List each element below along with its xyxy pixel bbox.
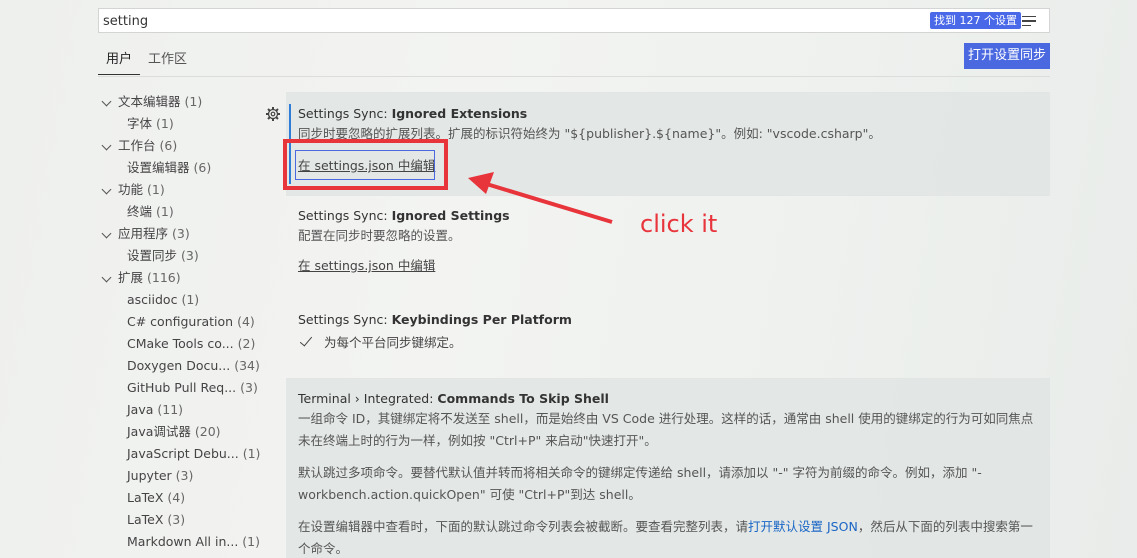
toc-group[interactable]: 功能 (1) [98,179,268,201]
open-settings-sync-button[interactable]: 打开设置同步 [964,43,1050,69]
toc-label: 应用程序 [118,226,169,241]
setting-description-3: 在设置编辑器中查看时，下面的默认跳过命令列表会被截断。要查看完整列表，请打开默认… [298,519,1033,556]
setting-title: Settings Sync: Ignored Settings [298,208,510,223]
toc-group[interactable]: 文本编辑器 (1) [98,91,268,113]
toc-item[interactable]: Java调试器 (20) [98,421,268,443]
chevron-down-icon [101,184,112,195]
toc-label: Markdown All in... [127,534,239,549]
toc-item[interactable]: LaTeX (3) [98,509,268,531]
toc-item[interactable]: GitHub Pull Req... (3) [98,377,268,399]
gear-icon[interactable] [265,106,281,122]
toc-count: (6) [159,138,178,153]
setting-title: Terminal › Integrated: Commands To Skip … [298,391,609,406]
toc-count: (11) [157,402,184,417]
toc-count: (4) [167,490,186,505]
toc-count: (1) [147,182,165,197]
toc-label: Java调试器 [127,424,191,439]
toc-count: (6) [193,160,212,175]
toc-label: GitHub Pull Req... [127,380,237,395]
toc-item[interactable]: Doxygen Docu... (34) [98,355,268,377]
scope-tabs: 用户 工作区 [98,48,195,78]
toc-label: 扩展 [118,270,144,285]
toc-item[interactable]: Jupyter (3) [98,465,268,487]
toc-count: (1) [156,116,174,131]
search-input[interactable] [103,12,903,30]
toc-label: 功能 [118,182,144,197]
toc-count: (1) [156,204,174,219]
toc-item[interactable]: Java (11) [98,399,268,421]
toc-label: JavaScript Debu... [127,446,239,461]
setting-description-2: 默认跳过多项命令。要替代默认值并转而将相关命令的键绑定传递给 shell，请添加… [298,465,982,502]
open-default-settings-json-link[interactable]: 打开默认设置 JSON [748,519,858,534]
toc-item[interactable]: 字体 (1) [98,113,268,135]
toc-group[interactable]: 扩展 (116) [98,267,268,289]
toc-group[interactable]: 工作台 (6) [98,135,268,157]
toc-label: 字体 [127,116,153,131]
setting-commands-to-skip-shell: Terminal › Integrated: Commands To Skip … [286,378,1050,558]
setting-title: Settings Sync: Ignored Extensions [298,106,528,121]
toc-item[interactable]: 设置编辑器 (6) [98,157,268,179]
toc-count: (3) [172,226,190,241]
toc-label: LaTeX [127,490,164,505]
edit-in-settings-json-link[interactable]: 在 settings.json 中编辑 [298,255,1050,274]
tab-workspace[interactable]: 工作区 [140,48,195,75]
toc-count: (116) [147,270,181,285]
toc-count: (3) [240,380,258,395]
chevron-down-icon [101,96,112,107]
toc-count: (34) [234,358,260,373]
checkbox-label: 为每个平台同步键绑定。 [324,335,462,350]
toc-label: LaTeX [127,512,164,527]
toc-label: Doxygen Docu... [127,358,231,373]
keybindings-checkbox[interactable] [298,333,316,351]
setting-keybindings-per-platform: Settings Sync: Keybindings Per Platform … [286,312,1050,362]
toc-item[interactable]: LaTeX (4) [98,487,268,509]
annotation-highlight-box [283,139,448,190]
toc-label: 设置同步 [127,248,178,263]
toc-item[interactable]: 设置同步 (3) [98,245,268,267]
toc-count: (3) [175,468,194,483]
chevron-down-icon [101,140,112,151]
toc-item[interactable]: 终端 (1) [98,201,268,223]
toc-count: (1) [242,446,261,461]
toc-label: Jupyter [127,468,172,483]
toc-label: Java [127,402,154,417]
setting-ignored-settings: Settings Sync: Ignored Settings 配置在同步时要忽… [286,208,1050,288]
toc-count: (2) [237,336,256,351]
toc-item[interactable]: Markdown All in... (1) [98,531,268,553]
toc-count: (1) [184,94,203,109]
result-count-badge: 找到 127 个设置 [930,12,1021,29]
toc-count: (4) [237,314,255,329]
tabs-divider [98,76,1050,77]
toc-label: asciidoc [127,292,178,307]
toc-item[interactable]: asciidoc (1) [98,289,268,311]
setting-title: Settings Sync: Keybindings Per Platform [298,312,572,327]
chevron-down-icon [101,228,112,239]
toc-label: CMake Tools co... [127,336,234,351]
toc-label: C# configuration [127,314,234,329]
chevron-down-icon [101,272,112,283]
toc-item[interactable]: C# configuration (4) [98,311,268,333]
toc-count: (20) [194,424,221,439]
toc-label: 文本编辑器 [118,94,181,109]
settings-search-bar[interactable]: 找到 127 个设置 [98,8,1050,33]
toc-count: (1) [242,534,261,549]
setting-description-1: 一组命令 ID，其键绑定将不发送至 shell，而是始终由 VS Code 进行… [298,411,1034,448]
toc-label: 工作台 [118,138,156,153]
toc-label: 终端 [127,204,153,219]
tab-user[interactable]: 用户 [98,48,141,75]
toc-item[interactable]: JavaScript Debu... (1) [98,443,268,465]
setting-description: 配置在同步时要忽略的设置。 [298,228,461,243]
toc-count: (3) [181,248,199,263]
toc-group[interactable]: 应用程序 (3) [98,223,268,245]
toc-count: (3) [167,512,186,527]
toc-item[interactable]: CMake Tools co... (2) [98,333,268,355]
settings-toc: 文本编辑器 (1) 字体 (1) 工作台 (6) 设置编辑器 (6) 功能 (1) 终端 … [98,91,268,553]
filter-list-icon[interactable] [1020,12,1038,30]
toc-count: (1) [181,292,200,307]
toc-label: 设置编辑器 [127,160,190,175]
